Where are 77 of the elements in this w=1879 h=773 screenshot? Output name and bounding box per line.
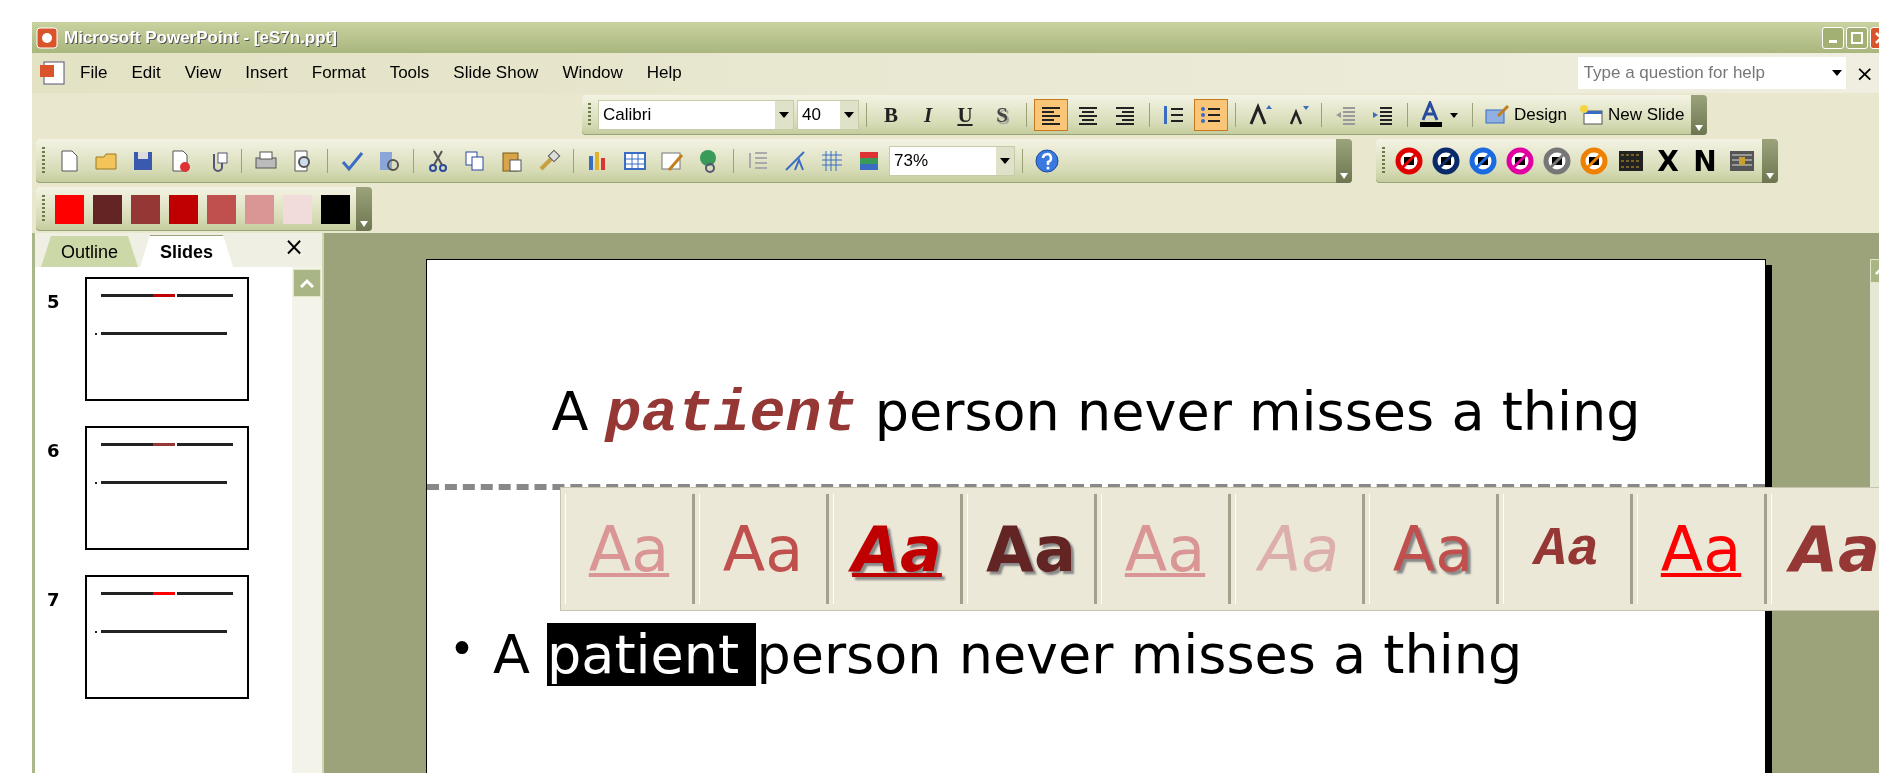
- menu-item[interactable]: Tools: [377, 59, 442, 87]
- bullet: •: [448, 623, 476, 674]
- bold-button[interactable]: B: [874, 99, 908, 131]
- menu-item[interactable]: Slide Show: [441, 59, 551, 87]
- color-swatch[interactable]: [131, 194, 160, 224]
- text-style-option[interactable]: Aa: [967, 494, 1097, 604]
- caret-icon: [1340, 173, 1348, 179]
- toolbar-options-button[interactable]: [1691, 95, 1708, 135]
- app-icon: [36, 26, 58, 49]
- color-swatch[interactable]: [93, 194, 122, 224]
- letter-button[interactable]: N: [1688, 145, 1722, 177]
- caret-icon: [1766, 173, 1774, 179]
- color-swatch[interactable]: [207, 194, 236, 224]
- color-swatch[interactable]: [245, 194, 274, 224]
- text-style-option[interactable]: Aa: [833, 494, 963, 604]
- caret-icon: [844, 112, 854, 118]
- close-button[interactable]: ×: [265, 233, 322, 267]
- new-slide-button[interactable]: New Slide: [1573, 99, 1689, 131]
- prohibition-sign-icon: [1469, 147, 1497, 175]
- caret-icon: [1831, 70, 1842, 76]
- caret-icon: [360, 221, 368, 227]
- zoom-field[interactable]: 73%: [889, 146, 1015, 176]
- prohibition-sign-icon: [1580, 147, 1608, 175]
- menu-item[interactable]: Format: [299, 59, 378, 87]
- font-size-field[interactable]: 40: [797, 100, 859, 130]
- maximize-icon: [1851, 31, 1863, 44]
- color-swatch[interactable]: [283, 194, 312, 224]
- window-title: Microsoft PowerPoint - [eS7n.ppt]: [64, 27, 337, 48]
- prohibition-sign-icon: [1432, 147, 1460, 175]
- slide-number: 5: [47, 290, 61, 314]
- prohibition-sign-icon: [1395, 147, 1423, 175]
- slide-thumbnail[interactable]: [85, 277, 249, 401]
- toolbar-options-button[interactable]: [1762, 139, 1778, 183]
- slide-number: 6: [47, 439, 61, 463]
- font-field[interactable]: Calibri: [598, 100, 794, 130]
- color-swatch[interactable]: [321, 194, 350, 224]
- menu-item[interactable]: Window: [550, 59, 635, 87]
- grid-icon: [819, 148, 845, 174]
- menu-item[interactable]: Edit: [119, 59, 173, 87]
- text-style-option[interactable]: Aa: [1503, 494, 1633, 604]
- prohibition-sign-icon: [1506, 147, 1534, 175]
- caret-icon: [1695, 125, 1704, 131]
- underline-button[interactable]: U: [948, 99, 982, 131]
- italic-button[interactable]: I: [911, 99, 945, 131]
- slide-thumbnail[interactable]: [85, 575, 249, 699]
- close-button[interactable]: ×: [1851, 60, 1878, 86]
- design-button[interactable]: Design: [1480, 99, 1571, 131]
- align-left-button[interactable]: [1034, 99, 1068, 131]
- toolbar-options-button[interactable]: [1336, 139, 1352, 183]
- minimize-icon: [1829, 39, 1837, 43]
- menu-item[interactable]: Help: [634, 59, 694, 87]
- panel-tab[interactable]: Slides: [140, 235, 234, 267]
- shadow-button[interactable]: S: [985, 99, 1019, 131]
- menu-item[interactable]: File: [68, 59, 120, 87]
- slide-title: A patient person never misses a thing: [550, 379, 1642, 445]
- text-style-option[interactable]: Aa: [1369, 494, 1499, 604]
- color-swatch[interactable]: [55, 194, 84, 224]
- panel-tab[interactable]: Outline: [41, 236, 139, 267]
- letter-button[interactable]: X: [1651, 145, 1685, 177]
- slide-thumbnail[interactable]: [85, 426, 249, 550]
- menu-item[interactable]: View: [172, 59, 234, 87]
- newslide-icon: [1577, 102, 1604, 128]
- text-style-option[interactable]: Aa: [699, 494, 829, 604]
- help-icon: [1034, 148, 1060, 174]
- toolbar-options-button[interactable]: [356, 187, 372, 231]
- bullets-button[interactable]: [1194, 99, 1228, 131]
- bullet-text: A patient person never misses a thing: [492, 623, 1523, 686]
- document-icon: [38, 59, 68, 87]
- prohibition-sign-icon: [1543, 147, 1571, 175]
- help-search-field[interactable]: Type a question for help: [1577, 57, 1828, 89]
- caret-icon: [1000, 158, 1010, 164]
- text-style-option[interactable]: Aa: [1771, 494, 1879, 604]
- chevron-up-icon: [300, 278, 314, 288]
- caret-icon: [779, 112, 789, 118]
- menu-item[interactable]: Insert: [233, 59, 300, 87]
- slide-number: 7: [47, 588, 61, 612]
- color-swatch[interactable]: [169, 194, 198, 224]
